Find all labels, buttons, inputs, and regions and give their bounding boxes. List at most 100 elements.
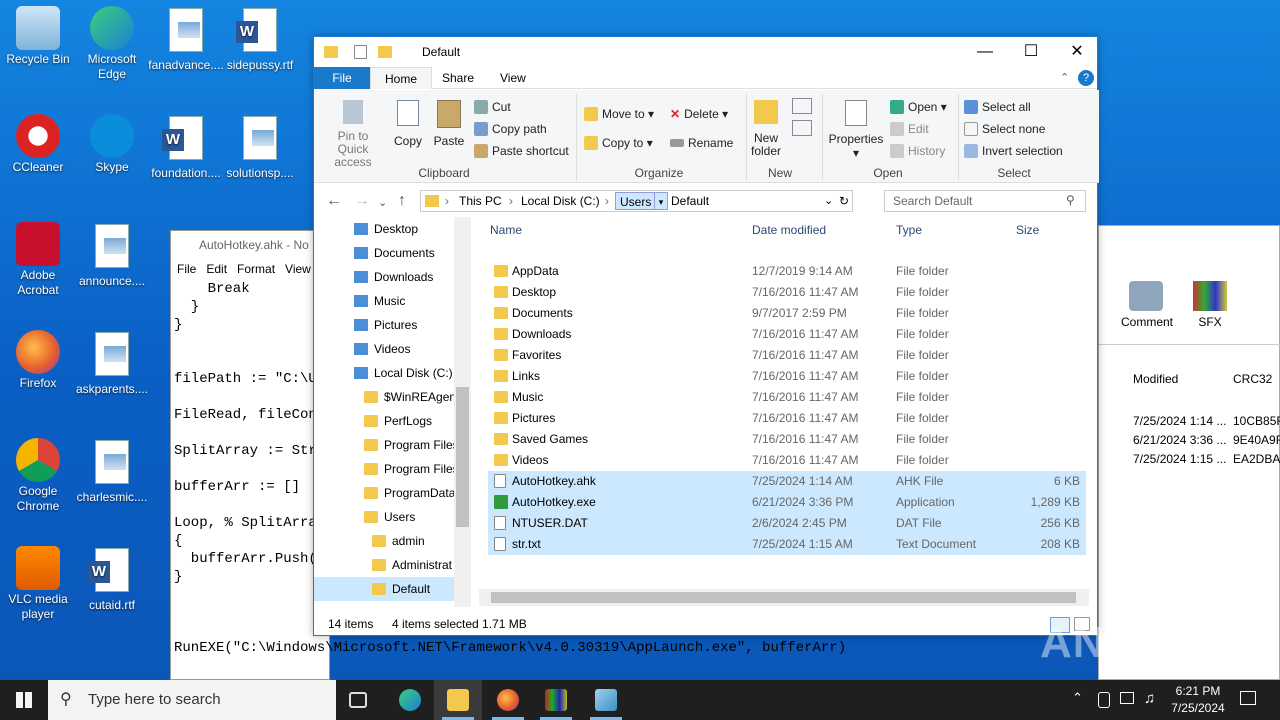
tab-file[interactable]: File	[314, 67, 370, 89]
file-row[interactable]: Pictures 7/16/2016 11:47 AM File folder	[488, 408, 1086, 429]
tree-item[interactable]: Pictures	[354, 313, 417, 337]
sfx-button[interactable]: SFX	[1185, 281, 1235, 329]
desktop-icon[interactable]: CCleaner	[0, 114, 76, 175]
properties-button[interactable]: Properties ▾	[828, 100, 884, 160]
desktop-icon[interactable]: Google Chrome	[0, 438, 76, 514]
help-icon[interactable]: ?	[1078, 70, 1094, 86]
breadcrumb-local-disk[interactable]: Local Disk (C:)	[521, 191, 600, 211]
copy-button[interactable]: Copy	[392, 100, 424, 148]
copy-to-button[interactable]: Copy to ▾	[584, 136, 653, 150]
taskbar-winrar[interactable]	[532, 680, 580, 720]
desktop-icon[interactable]: Wcutaid.rtf	[74, 546, 150, 613]
minimize-button[interactable]: —	[962, 37, 1008, 67]
desktop-icon[interactable]: Skype	[74, 114, 150, 175]
select-all-button[interactable]: Select all	[964, 100, 1031, 114]
search-input[interactable]: Search Default	[884, 190, 1086, 212]
recent-dropdown-icon[interactable]: ⌄	[378, 196, 387, 209]
menu-format[interactable]: Format	[237, 262, 275, 276]
paste-shortcut-button[interactable]: Paste shortcut	[474, 144, 569, 158]
task-view-button[interactable]	[336, 680, 384, 720]
select-none-button[interactable]: Select none	[964, 122, 1045, 136]
tree-item[interactable]: Downloads	[354, 265, 433, 289]
notifications-icon[interactable]	[1240, 691, 1256, 705]
pin-quick-access-button[interactable]: Pin to Quick access	[322, 100, 384, 169]
comment-button[interactable]: Comment	[1121, 281, 1173, 329]
properties-quick-icon[interactable]	[354, 45, 367, 59]
file-row[interactable]: Documents 9/7/2017 2:59 PM File folder	[488, 303, 1086, 324]
file-row[interactable]: Music 7/16/2016 11:47 AM File folder	[488, 387, 1086, 408]
desktop-icon[interactable]: solutionsp....	[222, 114, 298, 181]
column-crc32[interactable]: CRC32	[1233, 372, 1272, 386]
file-row[interactable]: AppData 12/7/2019 9:14 AM File folder	[488, 261, 1086, 282]
file-list[interactable]: Name Date modified Type Size AppData 12/7…	[484, 217, 1086, 617]
new-item-icon[interactable]	[792, 98, 812, 114]
tree-item[interactable]: Users	[364, 505, 415, 529]
tab-view[interactable]: View	[486, 67, 540, 89]
tree-item[interactable]: Default	[314, 577, 454, 601]
tree-item[interactable]: Videos	[354, 337, 410, 361]
breadcrumb-dropdown-icon[interactable]: ▾	[654, 192, 668, 210]
menu-file[interactable]: File	[177, 262, 196, 276]
desktop-icon[interactable]: Recycle Bin	[0, 6, 76, 67]
tree-item[interactable]: Desktop	[354, 217, 418, 241]
address-box[interactable]: › This PC › Local Disk (C:) › Users ▾ De…	[420, 190, 853, 212]
column-type[interactable]: Type	[896, 223, 922, 237]
file-row[interactable]: str.txt 7/25/2024 1:15 AM Text Document 208…	[488, 534, 1086, 555]
invert-selection-button[interactable]: Invert selection	[964, 144, 1063, 158]
notepad-code[interactable]: Break } } filePath := "C:\Us FileRead, f…	[174, 280, 325, 586]
archive-row[interactable]: 7/25/2024 1:14 ...10CB85FI	[1133, 412, 1280, 431]
file-row[interactable]: Downloads 7/16/2016 11:47 AM File folder	[488, 324, 1086, 345]
delete-button[interactable]: ✕ Delete ▾	[670, 107, 728, 121]
file-explorer-window[interactable]: Default — ☐ ✕ File Home Share View ⌃ ? P…	[313, 36, 1100, 636]
archive-row[interactable]: 7/25/2024 1:15 ...EA2DBAD	[1133, 450, 1280, 469]
back-arrow-icon[interactable]: ←	[326, 192, 342, 210]
open-button[interactable]: Open ▾	[890, 100, 947, 114]
move-to-button[interactable]: Move to ▾	[584, 107, 654, 121]
file-row[interactable]: Favorites 7/16/2016 11:47 AM File folder	[488, 345, 1086, 366]
tree-item[interactable]: Program Files	[364, 457, 459, 481]
new-folder-button[interactable]: New folder	[746, 100, 786, 158]
desktop-icon[interactable]: VLC media player	[0, 546, 76, 622]
tree-item[interactable]: PerfLogs	[364, 409, 432, 433]
tree-item[interactable]: Music	[354, 289, 405, 313]
taskbar-notepad[interactable]	[582, 680, 630, 720]
desktop-icon[interactable]: charlesmic....	[74, 438, 150, 505]
volume-icon[interactable]: ♫	[1144, 690, 1155, 707]
breadcrumb-users[interactable]: Users	[615, 192, 657, 210]
rename-button[interactable]: Rename	[670, 136, 733, 150]
network-icon[interactable]	[1098, 692, 1110, 708]
desktop-icon[interactable]: Wsidepussy.rtf	[222, 6, 298, 73]
file-row[interactable]: Links 7/16/2016 11:47 AM File folder	[488, 366, 1086, 387]
tree-item[interactable]: admin	[372, 529, 425, 553]
archive-row[interactable]: 6/21/2024 3:36 ...9E40A9FI	[1133, 431, 1280, 450]
column-size[interactable]: Size	[1016, 223, 1039, 237]
file-row[interactable]: AutoHotkey.ahk 7/25/2024 1:14 AM AHK File 6…	[488, 471, 1086, 492]
tree-item[interactable]: $WinREAgent	[364, 385, 459, 409]
copy-path-button[interactable]: Copy path	[474, 122, 547, 136]
display-icon[interactable]	[1120, 692, 1134, 704]
file-row[interactable]: AutoHotkey.exe 6/21/2024 3:36 PM Applicati…	[488, 492, 1086, 513]
desktop-icon[interactable]: announce....	[74, 222, 150, 289]
tree-item[interactable]: Program Files	[364, 433, 459, 457]
tree-item[interactable]: Documents	[354, 241, 435, 265]
breadcrumb-default[interactable]: Default	[671, 191, 709, 211]
tab-share[interactable]: Share	[428, 67, 488, 89]
edit-button[interactable]: Edit	[890, 122, 929, 136]
collapse-ribbon-icon[interactable]: ⌃	[1060, 71, 1069, 84]
taskbar-file-explorer[interactable]	[434, 680, 482, 720]
new-folder-quick-icon[interactable]	[378, 46, 392, 58]
file-list-scroll-thumb[interactable]	[491, 592, 1076, 603]
column-name[interactable]: Name	[490, 223, 522, 237]
desktop-icon[interactable]: Microsoft Edge	[74, 6, 150, 82]
file-row[interactable]: Desktop 7/16/2016 11:47 AM File folder	[488, 282, 1086, 303]
easy-access-icon[interactable]	[792, 120, 812, 136]
tree-item[interactable]: ProgramData	[364, 481, 455, 505]
close-button[interactable]: ✕	[1054, 37, 1100, 67]
taskbar-firefox[interactable]	[484, 680, 532, 720]
winrar-window[interactable]: Comment SFX Modified CRC32 7/25/2024 1:1…	[1098, 225, 1280, 680]
navigation-scrollbar[interactable]	[454, 217, 471, 607]
menu-view[interactable]: View	[285, 262, 311, 276]
navigation-pane[interactable]: Desktop Documents Downloads Music Pictures Vi…	[314, 217, 471, 617]
breadcrumb-this-pc[interactable]: This PC	[459, 191, 502, 211]
clock[interactable]: 6:21 PM 7/25/2024	[1168, 683, 1228, 717]
